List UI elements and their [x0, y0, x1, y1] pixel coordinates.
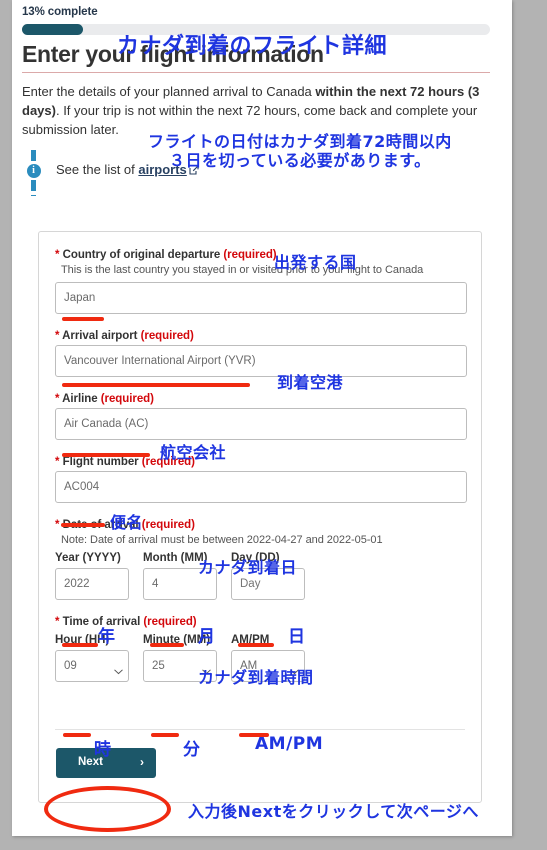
field-country-label: * Country of original departure (require…: [55, 249, 465, 261]
underline-country-value: [62, 317, 104, 321]
required-asterisk: *: [55, 456, 60, 468]
intro-text-1: Enter the details of your planned arriva…: [22, 84, 316, 100]
field-arrival-airport-label-text: Arrival airport: [62, 330, 138, 342]
info-badge: i: [26, 163, 41, 178]
airline-input[interactable]: [55, 408, 467, 440]
underline-month-value: [150, 643, 184, 647]
field-date-of-arrival-required: (required): [141, 519, 195, 531]
field-time-of-arrival-required: (required): [143, 616, 197, 628]
field-country-hint: This is the last country you stayed in o…: [61, 264, 424, 276]
annotation-country-note: 出発する国: [274, 253, 357, 272]
form-fields: * Country of original departure (require…: [39, 232, 481, 682]
hour-select[interactable]: 09: [55, 650, 129, 682]
country-input[interactable]: [55, 282, 467, 314]
underline-year-value: [62, 643, 98, 647]
field-airline-label: * Airline (required): [55, 393, 465, 405]
progress-label: 13% complete: [22, 6, 98, 18]
field-time-of-arrival-label: * Time of arrival (required): [55, 616, 465, 628]
required-asterisk: *: [55, 249, 60, 261]
field-flight-number-label: * Flight number (required): [55, 456, 465, 468]
annotation-year-note: 年: [98, 627, 116, 647]
flight-number-input[interactable]: [55, 471, 467, 503]
field-arrival-airport: * Arrival airport (required): [55, 330, 467, 377]
underline-minute-value: [151, 733, 179, 737]
annotation-minute-note: 分: [183, 740, 201, 760]
field-airline-label-text: Airline: [62, 393, 98, 405]
date-year-group: Year (YYYY): [55, 552, 129, 600]
required-asterisk: *: [55, 616, 60, 628]
chevron-right-icon: ›: [140, 755, 144, 769]
flight-information-form: * Country of original departure (require…: [38, 231, 482, 803]
progress-bar-fill: [22, 24, 83, 35]
underline-day-value: [238, 643, 274, 647]
annotation-next-note: 入力後Nextをクリックして次ページへ: [188, 802, 479, 821]
field-airline-required: (required): [100, 393, 154, 405]
field-flight-number-label-text: Flight number: [62, 456, 139, 468]
field-country-label-text: Country of original departure: [62, 249, 221, 261]
underline-airport-value: [62, 383, 250, 387]
underline-airline-value: [62, 453, 150, 457]
year-label: Year (YYYY): [55, 552, 121, 564]
annotation-day-note: 日: [288, 627, 306, 647]
annotation-airline-note: 航空会社: [160, 443, 227, 462]
annotation-lede-line2: ３日を切っている必要があります。: [169, 151, 431, 170]
field-arrival-airport-required: (required): [140, 330, 194, 342]
annotation-hour-note: 時: [94, 740, 112, 760]
info-callout-prefix: See the list of: [56, 161, 139, 177]
form-footer-divider: [55, 729, 465, 730]
field-airline: * Airline (required): [55, 393, 467, 440]
time-hour-group: Hour (HH) 09: [55, 634, 129, 682]
arrival-airport-input[interactable]: [55, 345, 467, 377]
annotation-ampm-note: AM/PM: [255, 734, 324, 754]
underline-hour-value: [63, 733, 91, 737]
field-arrival-airport-label: * Arrival airport (required): [55, 330, 465, 342]
required-asterisk: *: [55, 393, 60, 405]
required-asterisk: *: [55, 519, 60, 531]
field-date-of-arrival-note: Note: Date of arrival must be between 20…: [61, 534, 383, 546]
title-divider: [22, 72, 490, 74]
annotation-next-circle: [44, 786, 171, 832]
annotation-title-note: カナダ到着のフライト詳細: [117, 34, 388, 59]
underline-ampm-value: [239, 733, 269, 737]
annotation-flight-number-note: 便名: [110, 513, 144, 532]
field-flight-number: * Flight number (required): [55, 456, 467, 503]
annotation-time-note: カナダ到着時間: [198, 668, 314, 687]
field-country-required: (required): [223, 249, 277, 261]
annotation-month-note: 月: [198, 627, 216, 647]
hour-select-wrap: 09: [55, 650, 129, 682]
underline-flight-number-value: [61, 523, 105, 527]
required-asterisk: *: [55, 330, 60, 342]
year-input[interactable]: [55, 568, 129, 600]
screenshot-root: 13% complete Enter your flight informati…: [0, 0, 547, 850]
annotation-airport-note: 到着空港: [277, 373, 344, 392]
field-country: * Country of original departure (require…: [55, 249, 467, 314]
annotation-date-note: カナダ到着日: [198, 558, 298, 577]
